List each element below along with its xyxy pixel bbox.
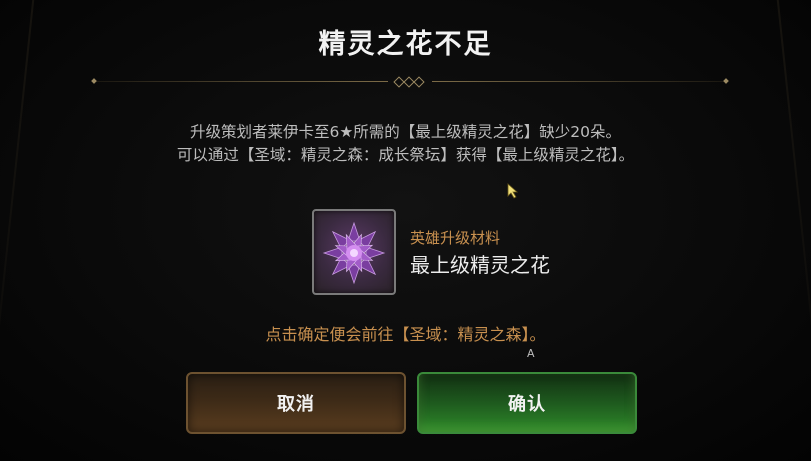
purple-spirit-flower-icon — [322, 221, 386, 285]
item-name-label: 最上级精灵之花 — [410, 253, 550, 277]
dialog-title: 精灵之花不足 — [318, 29, 493, 60]
divider-gem-right — [413, 76, 425, 88]
item-category-label: 英雄升级材料 — [410, 229, 501, 247]
dialog-message: 升级策划者莱伊卡至6★所需的【最上级精灵之花】缺少20朵。 可以通过【圣域：精灵… — [0, 121, 811, 167]
divider-cap-right — [723, 78, 729, 84]
divider-line-left — [92, 81, 388, 82]
message-line-2: 可以通过【圣域：精灵之森：成长祭坛】获得【最上级精灵之花】。 — [176, 146, 635, 164]
confirm-button[interactable]: 确认 — [417, 372, 637, 434]
item-icon-frame[interactable] — [312, 209, 396, 295]
confirm-button-label: 确认 — [508, 394, 546, 415]
divider-cap-left — [91, 78, 97, 84]
message-line-1: 升级策划者莱伊卡至6★所需的【最上级精灵之花】缺少20朵。 — [190, 123, 621, 141]
divider-line-right — [432, 81, 728, 82]
marker-label: A — [527, 347, 535, 360]
ornamental-divider — [91, 76, 729, 88]
frame-border-left — [0, 0, 35, 461]
frame-border-right — [776, 0, 811, 461]
cancel-button-label: 取消 — [277, 394, 315, 415]
cursor-icon — [507, 183, 519, 199]
game-dialog-screen: 精灵之花不足 升级策划者莱伊卡至6★所需的【最上级精灵之花】缺少20朵。 可以通… — [0, 0, 811, 461]
navigation-hint: 点击确定便会前往【圣域：精灵之森】。 — [265, 325, 546, 344]
cancel-button[interactable]: 取消 — [186, 372, 406, 434]
